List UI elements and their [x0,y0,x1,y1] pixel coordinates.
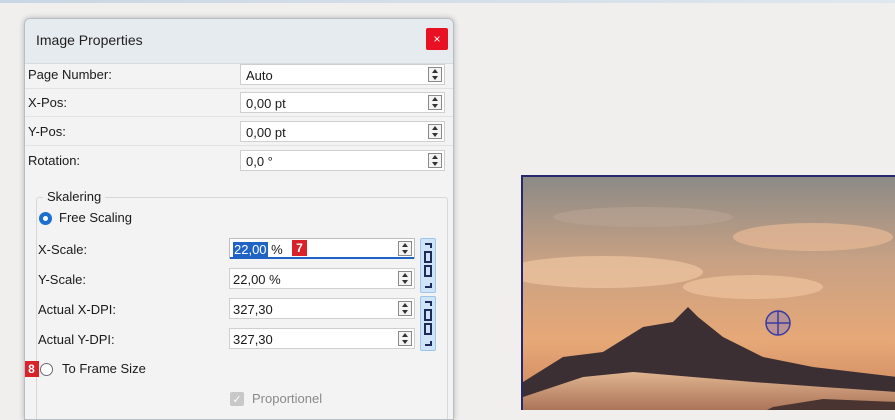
window-top-edge [0,0,895,3]
spin-up-icon [402,333,408,337]
y-dpi-label: Actual Y-DPI: [38,332,115,347]
spin-down-icon [432,76,438,80]
rotation-label: Rotation: [28,153,81,168]
image-properties-dialog: Image Properties × Page Number: Auto X-P… [24,18,454,420]
y-pos-label: Y-Pos: [28,124,66,139]
chain-link-icon [424,301,432,346]
to-frame-size-label[interactable]: To Frame Size [62,361,146,376]
callout-marker-7: 7 [292,240,307,256]
chain-link-icon [424,243,432,288]
y-scale-spinner[interactable] [398,271,412,286]
x-scale-unit: % [271,242,283,257]
spin-up-icon [402,273,408,277]
checkmark-icon: ✓ [232,393,242,406]
dialog-titlebar[interactable]: Image Properties × [25,19,453,64]
x-pos-spinner[interactable] [428,95,442,110]
x-pos-field[interactable]: 0,00 pt [240,92,445,113]
close-icon: × [433,32,441,46]
spin-down-icon [402,310,408,314]
x-pos-value: 0,00 pt [246,96,286,111]
x-scale-label: X-Scale: [38,242,88,257]
x-pos-label: X-Pos: [28,95,68,110]
rotation-field[interactable]: 0,0 ° [240,150,445,171]
spin-up-icon [402,303,408,307]
y-pos-value: 0,00 pt [246,125,286,140]
focus-indicator [230,257,414,259]
y-scale-label: Y-Scale: [38,272,86,287]
y-scale-value: 22,00 % [233,272,281,287]
y-pos-spinner[interactable] [428,124,442,139]
page-number-value: Auto [246,68,273,83]
spin-down-icon [432,104,438,108]
x-pos-row: X-Pos: 0,00 pt [28,92,448,114]
free-scaling-label[interactable]: Free Scaling [59,210,132,225]
divider [25,116,453,117]
x-scale-value: 22,00 [233,242,268,257]
scaling-group-title: Skalering [43,189,106,204]
y-dpi-field[interactable]: 327,30 [229,328,415,349]
spin-down-icon [402,250,408,254]
page-number-field[interactable]: Auto [240,64,445,85]
divider [25,88,453,89]
spin-up-icon [432,97,438,101]
y-dpi-spinner[interactable] [398,331,412,346]
image-preview-frame[interactable] [521,175,895,410]
proportional-checkbox[interactable]: ✓ [230,392,244,406]
spin-down-icon [402,340,408,344]
spin-up-icon [432,155,438,159]
scale-link-toggle[interactable] [420,238,436,293]
y-pos-row: Y-Pos: 0,00 pt [28,121,448,143]
spin-up-icon [432,126,438,130]
divider [25,145,453,146]
callout-marker-8: 8 [25,361,39,377]
spin-up-icon [432,69,438,73]
x-dpi-value: 327,30 [233,302,273,317]
spin-up-icon [402,243,408,247]
to-frame-size-radio[interactable] [40,363,53,376]
page-number-label: Page Number: [28,67,112,82]
y-dpi-value: 327,30 [233,332,273,347]
x-scale-field[interactable]: 22,00 % [229,238,415,259]
x-scale-value-wrap: 22,00 % [233,242,283,257]
page-number-spinner[interactable] [428,67,442,82]
page-number-row: Page Number: Auto [28,64,448,86]
x-dpi-spinner[interactable] [398,301,412,316]
x-dpi-label: Actual X-DPI: [38,302,117,317]
spin-down-icon [402,280,408,284]
rotation-value: 0,0 ° [246,154,273,169]
rotation-row: Rotation: 0,0 ° [28,150,448,172]
spin-down-icon [432,133,438,137]
y-scale-field[interactable]: 22,00 % [229,268,415,289]
rotation-spinner[interactable] [428,153,442,168]
close-button[interactable]: × [426,28,448,50]
spin-down-icon [432,162,438,166]
crosshair-icon [765,310,791,336]
x-dpi-field[interactable]: 327,30 [229,298,415,319]
proportional-label: Proportionel [252,391,323,406]
y-pos-field[interactable]: 0,00 pt [240,121,445,142]
dialog-title: Image Properties [36,32,143,48]
free-scaling-radio[interactable] [39,212,52,225]
dpi-link-toggle[interactable] [420,296,436,351]
x-scale-spinner[interactable] [398,241,412,256]
image-preview [523,177,895,410]
